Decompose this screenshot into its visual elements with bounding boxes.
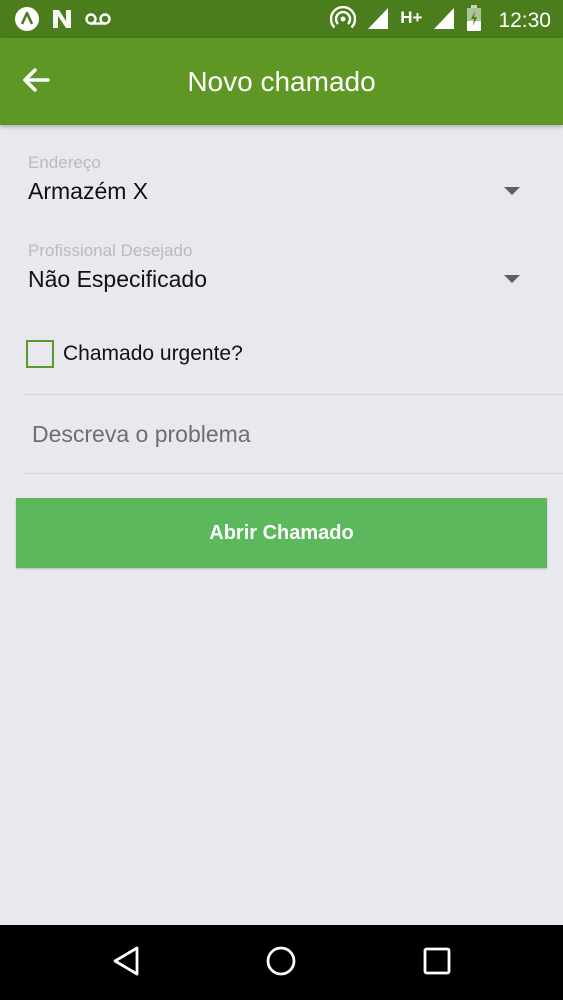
battery-icon	[466, 4, 482, 37]
divider	[24, 473, 563, 474]
status-right-icons: H+ 12:30	[330, 4, 551, 37]
urgent-checkbox-label: Chamado urgente?	[63, 342, 243, 365]
nav-recents-button[interactable]	[416, 942, 458, 984]
urgent-checkbox[interactable]	[26, 340, 54, 368]
address-select[interactable]: Endereço Armazém X	[28, 153, 538, 206]
description-input[interactable]	[24, 396, 554, 472]
voicemail-icon	[84, 7, 112, 36]
page-title: Novo chamado	[187, 66, 376, 97]
hotspot-icon	[330, 4, 357, 37]
recents-square-icon	[422, 946, 452, 981]
n-notification-icon	[50, 7, 74, 36]
signal-icon	[366, 5, 390, 36]
nav-home-button[interactable]	[260, 942, 302, 984]
chevron-down-icon	[504, 187, 520, 195]
open-ticket-button[interactable]: Abrir Chamado	[16, 498, 547, 568]
address-value: Armazém X	[28, 178, 149, 204]
status-bar: H+ 12:30	[0, 0, 563, 38]
status-time: 12:30	[498, 8, 551, 32]
professional-select[interactable]: Profissional Desejado Não Especificado	[28, 241, 538, 294]
app-a-icon	[14, 6, 40, 37]
back-triangle-icon	[111, 945, 141, 982]
home-circle-icon	[265, 945, 297, 982]
nav-back-button[interactable]	[105, 942, 147, 984]
app-bar: Novo chamado	[0, 38, 563, 125]
system-nav-bar	[0, 925, 563, 1000]
chevron-down-icon	[504, 275, 520, 283]
professional-label: Profissional Desejado	[28, 241, 193, 260]
divider	[24, 394, 563, 395]
address-label: Endereço	[28, 153, 101, 172]
network-type-label: H+	[400, 7, 423, 27]
professional-value: Não Especificado	[28, 266, 207, 292]
urgent-checkbox-row[interactable]: Chamado urgente?	[26, 340, 243, 368]
signal-h-plus-icon	[432, 5, 456, 36]
status-left-icons	[14, 6, 112, 37]
